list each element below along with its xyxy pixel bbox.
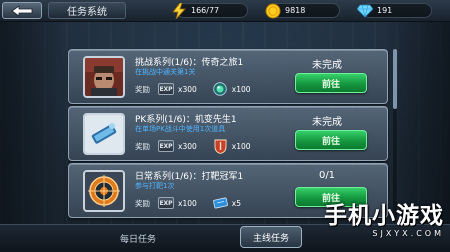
watermark-text: 手机小游戏 (324, 203, 444, 229)
shield-badge-icon (213, 139, 228, 154)
go-button[interactable]: 前往 (295, 73, 367, 93)
task-description: 参与打靶1次 (135, 182, 175, 190)
task-progress: 0/1 (318, 170, 336, 181)
reward-row: 奖励 EXP x100 x5 (135, 195, 241, 211)
reward-row: 奖励 EXP x300 x100 (135, 81, 251, 97)
left-decoration (0, 0, 64, 252)
task-status: 未完成 (312, 60, 342, 71)
energy-counter: 166/77 (172, 2, 248, 19)
item-amount: x100 (231, 84, 251, 94)
page-title: 任务系统 (48, 2, 126, 19)
exp-amount: x300 (178, 84, 197, 94)
go-button[interactable]: 前往 (295, 130, 367, 150)
task-card: 挑战系列(1/6)：传奇之旅1 在挑战中通关第1关 奖励 EXP x300 x1… (68, 49, 388, 104)
exp-amount: x100 (178, 198, 197, 208)
reward-label: 奖励 (135, 84, 150, 94)
watermark: 手机小游戏 SJXYX.COM (284, 196, 444, 250)
task-description: 在单场PK战斗中使用1次道具 (135, 125, 226, 133)
task-card: PK系列(1/6)：机变先生1 在单场PK战斗中使用1次道具 奖励 EXP x3… (68, 106, 388, 161)
diamond-icon (357, 3, 373, 19)
scrollbar-thumb[interactable] (393, 49, 397, 109)
lightning-icon (171, 2, 187, 19)
task-avatar-target (83, 170, 125, 212)
task-status: 未完成 (312, 117, 342, 128)
exp-icon: EXP (158, 83, 174, 95)
gold-counter: 9818 (265, 3, 340, 18)
reward-label: 奖励 (135, 198, 150, 208)
exp-amount: x300 (178, 141, 197, 151)
gem-value: 191 (377, 6, 393, 15)
task-avatar-soldier (83, 56, 125, 98)
gold-value: 9818 (285, 6, 306, 15)
item-amount: x5 (231, 198, 241, 208)
reward-row: 奖励 EXP x300 x100 (135, 138, 251, 154)
task-description: 在挑战中通关第1关 (135, 68, 196, 76)
tab-daily-tasks[interactable]: 每日任务 (100, 228, 176, 248)
ticket-icon (212, 196, 228, 211)
gold-coin-icon (265, 3, 281, 19)
exp-icon: EXP (158, 140, 174, 152)
task-avatar-item (83, 113, 125, 155)
reward-label: 奖励 (135, 141, 150, 151)
watermark-url: SJXYX.COM (372, 229, 444, 238)
green-orb-icon (213, 82, 228, 97)
energy-value: 166/77 (191, 6, 220, 15)
item-amount: x100 (231, 141, 251, 151)
back-arrow-icon (11, 4, 33, 17)
back-button[interactable] (2, 2, 42, 19)
gem-counter: 191 (357, 3, 432, 18)
exp-icon: EXP (158, 197, 174, 209)
